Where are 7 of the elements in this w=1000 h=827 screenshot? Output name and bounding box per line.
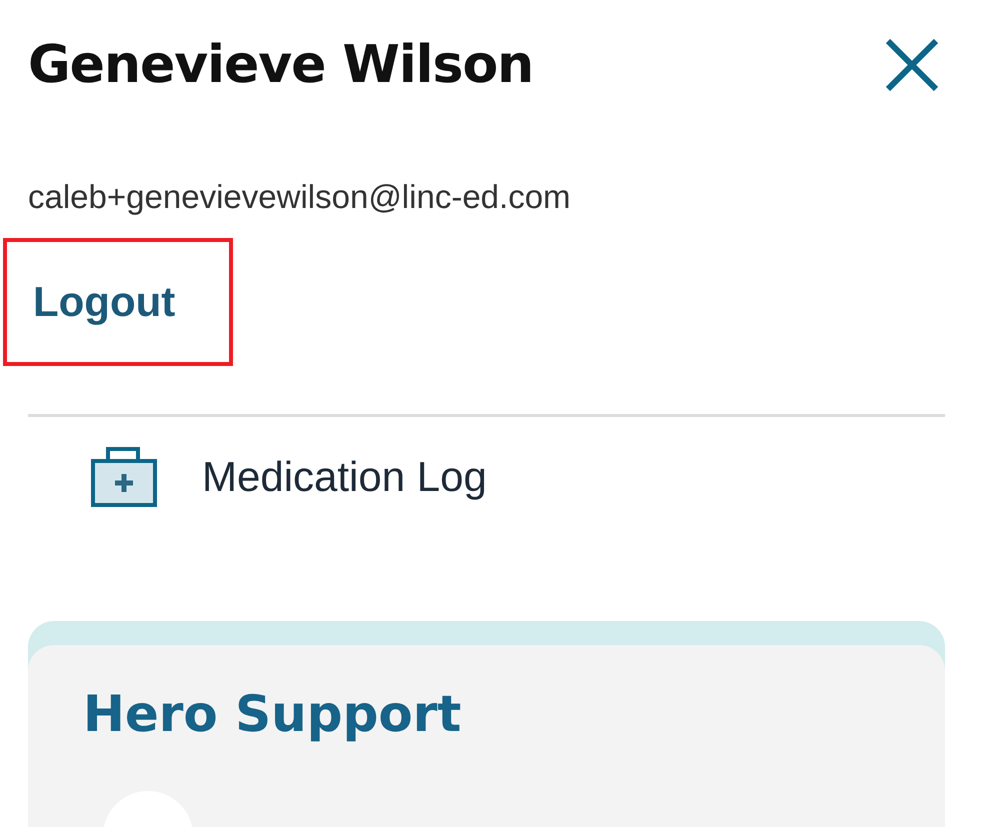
card-title: Hero Support <box>83 685 462 743</box>
user-name: Genevieve Wilson <box>28 35 534 95</box>
close-icon[interactable] <box>884 37 940 93</box>
menu-item[interactable]: Medication Log <box>202 453 487 501</box>
logout-link[interactable]: Logout <box>3 238 233 366</box>
briefcase-icon <box>90 447 158 507</box>
user-email: caleb+genevievewilson@linc-ed.com <box>27 177 572 217</box>
